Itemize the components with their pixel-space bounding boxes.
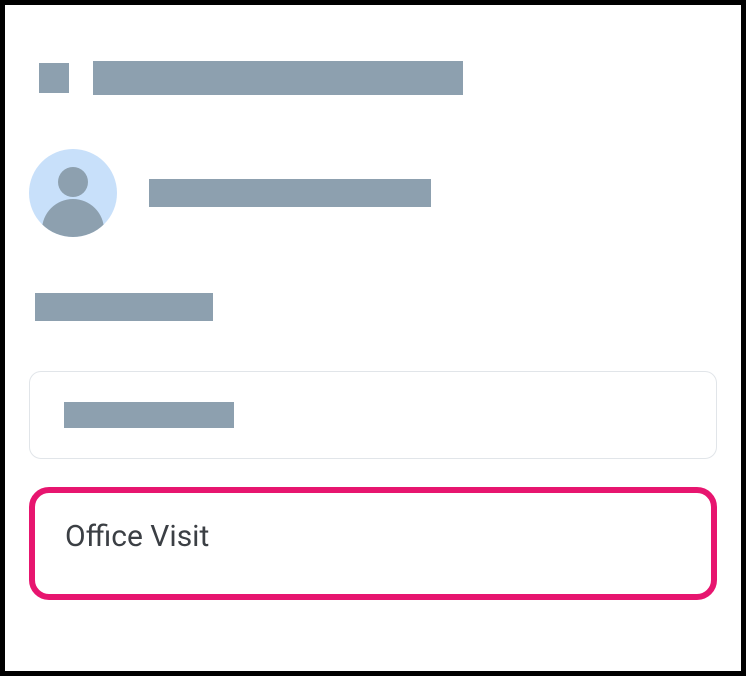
page-title [93, 61, 463, 95]
type-field-value [64, 402, 234, 428]
option-office-visit[interactable]: Office Visit [29, 487, 717, 600]
user-name [149, 179, 431, 207]
avatar [29, 149, 117, 237]
type-field[interactable] [29, 371, 717, 459]
person-icon-body [42, 199, 104, 237]
user-row [29, 149, 717, 237]
option-label: Office Visit [65, 519, 209, 554]
header-row [29, 33, 717, 95]
section-label [35, 293, 213, 321]
back-icon[interactable] [39, 63, 69, 93]
person-icon [58, 167, 88, 197]
